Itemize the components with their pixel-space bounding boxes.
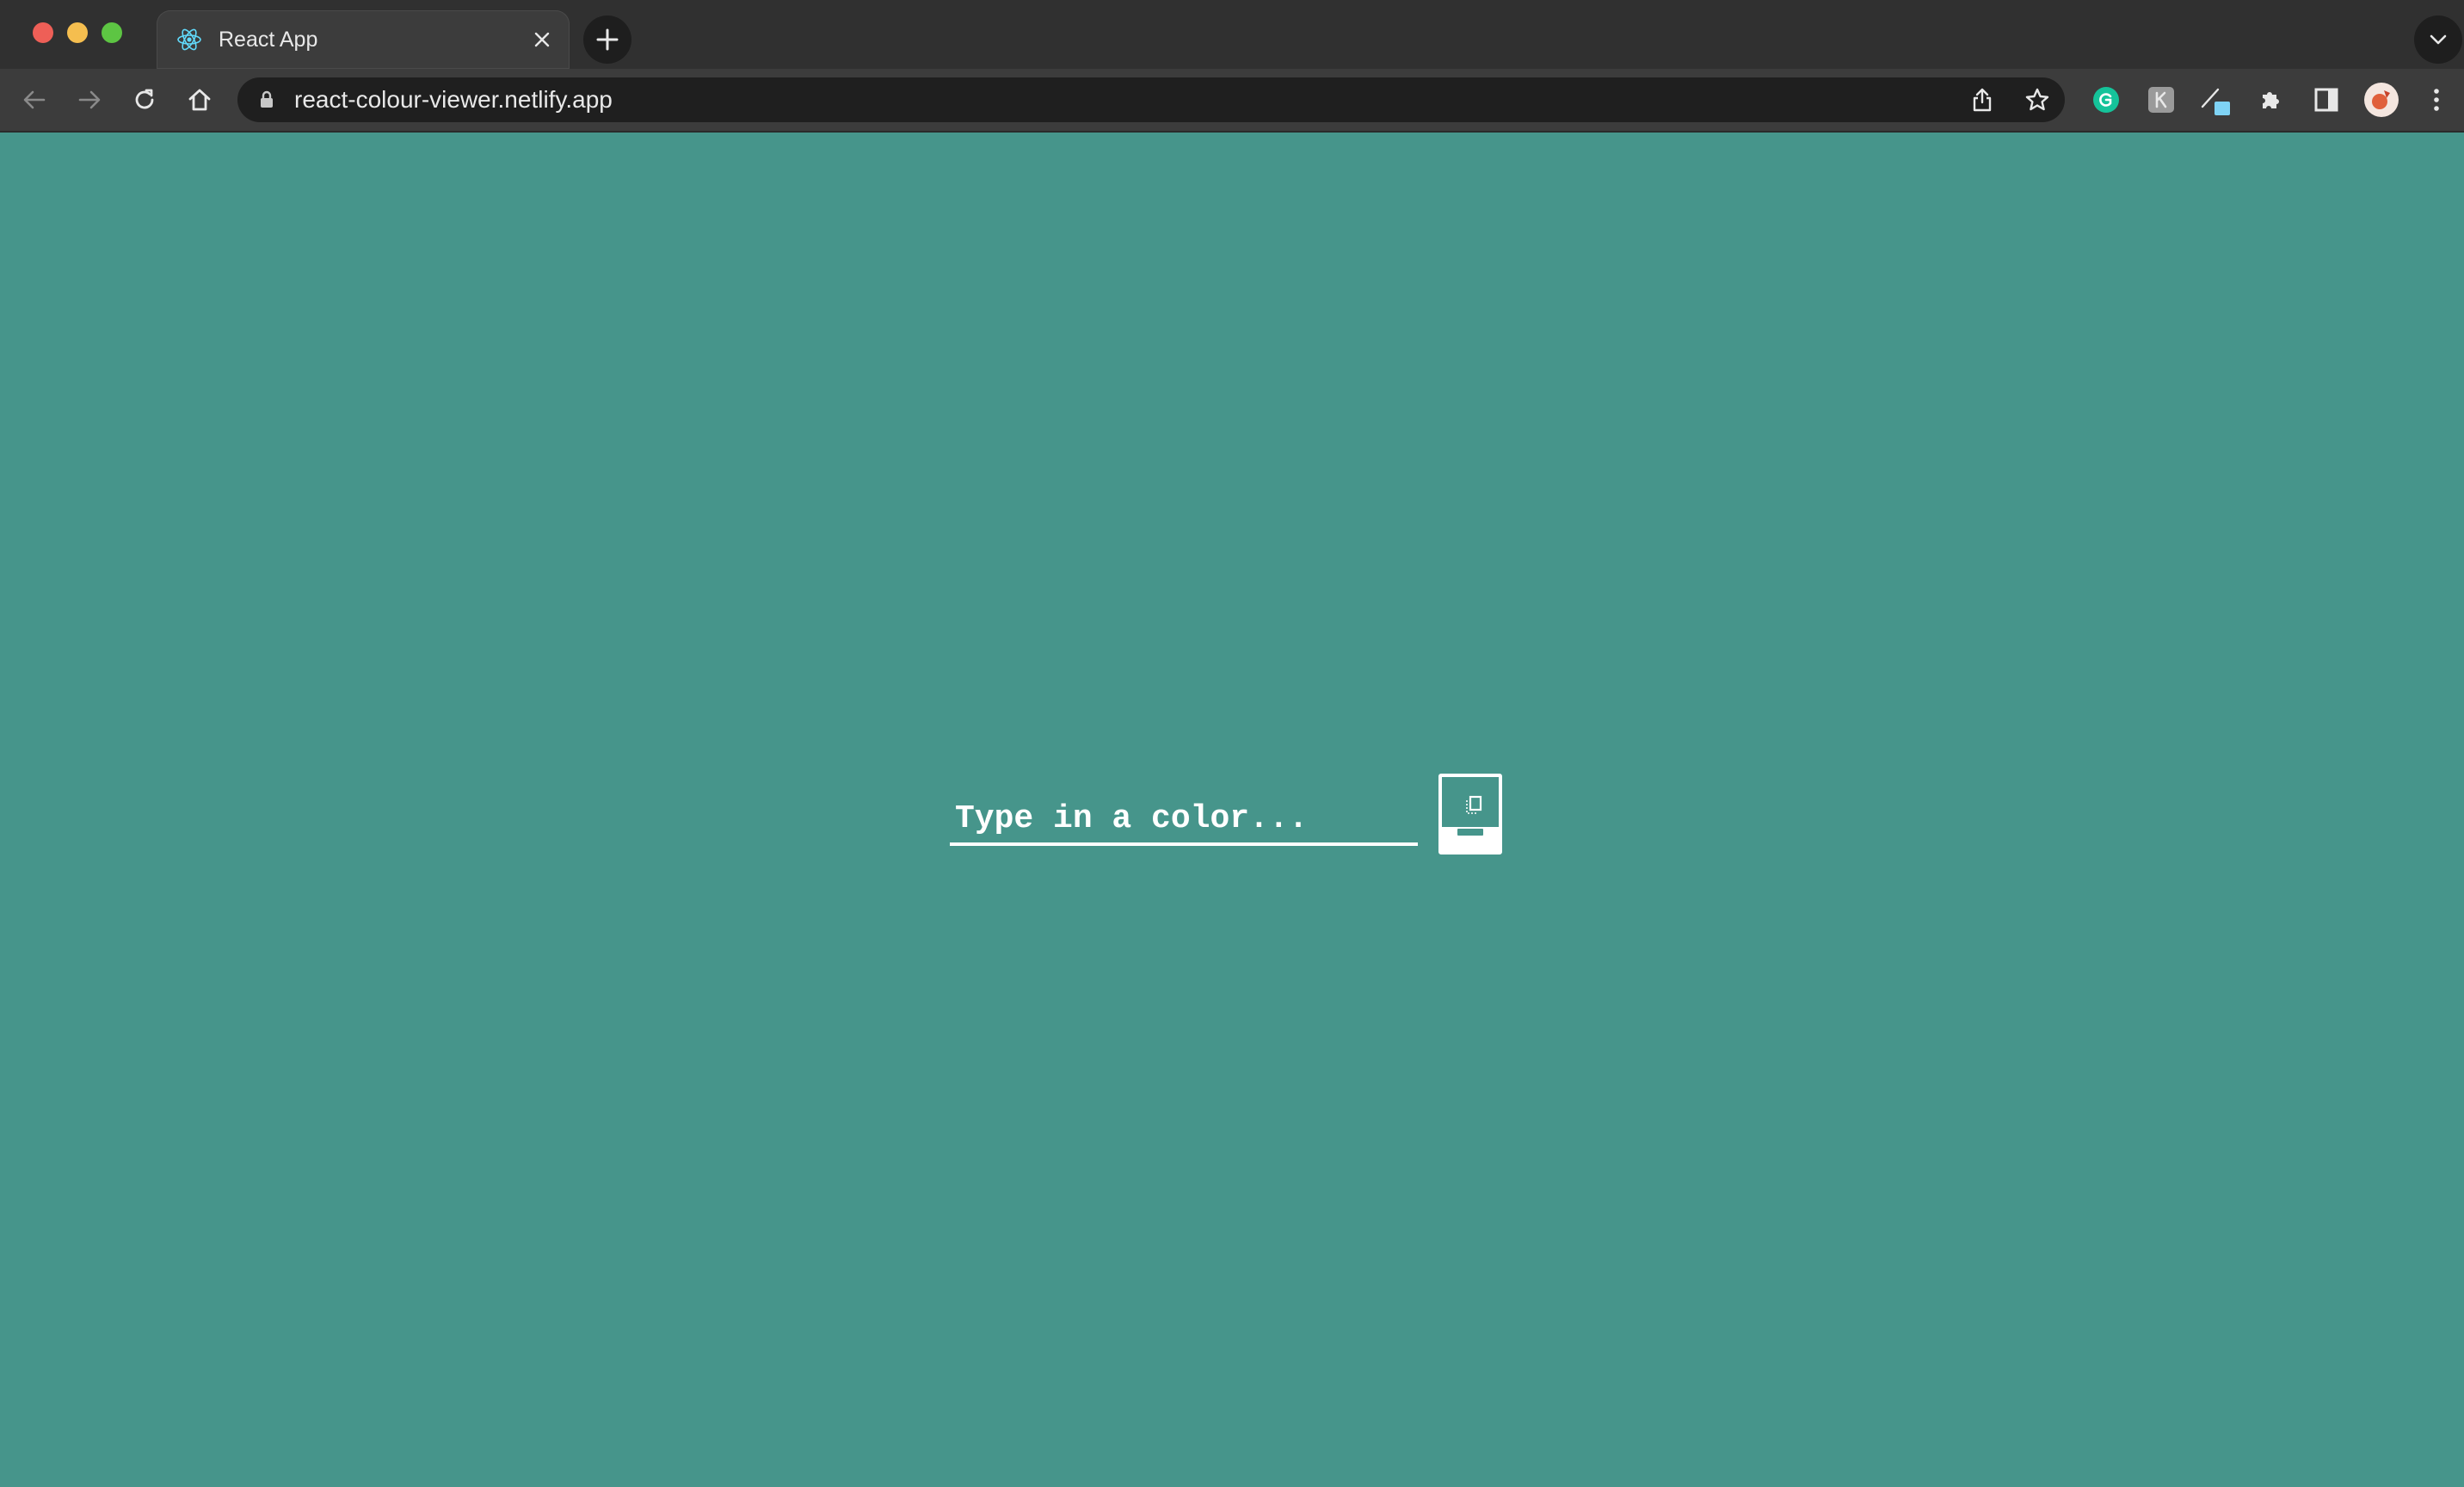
star-icon[interactable] — [2022, 84, 2053, 115]
back-button[interactable] — [14, 79, 55, 120]
color-picker-icon[interactable] — [2197, 81, 2235, 119]
browser-toolbar: react-colour-viewer.netlify.app — [0, 69, 2464, 131]
share-icon[interactable] — [1967, 84, 1998, 115]
address-bar[interactable]: react-colour-viewer.netlify.app — [237, 77, 2065, 122]
home-button[interactable] — [179, 79, 220, 120]
new-tab-button[interactable] — [583, 15, 631, 64]
maximize-window-button[interactable] — [102, 22, 122, 43]
copy-icon — [1466, 795, 1482, 814]
tab-close-icon[interactable] — [527, 24, 557, 55]
browser-tab[interactable]: React App — [157, 10, 570, 69]
side-panel-icon[interactable] — [2307, 81, 2345, 119]
back-arrow-icon — [23, 90, 46, 109]
copy-button-bar — [1457, 829, 1483, 836]
browser-tabstrip: React App — [0, 0, 2464, 69]
reload-button[interactable] — [124, 79, 165, 120]
more-vert-icon[interactable] — [2418, 81, 2455, 119]
copy-button[interactable] — [1438, 774, 1502, 855]
forward-button[interactable] — [69, 79, 110, 120]
plus-icon — [596, 28, 619, 51]
react-icon — [177, 28, 201, 51]
chevron-down-icon — [2430, 34, 2447, 45]
minimize-window-button[interactable] — [67, 22, 88, 43]
home-icon — [188, 89, 211, 111]
reload-icon — [135, 89, 154, 109]
lock-icon[interactable] — [256, 89, 277, 110]
tab-search-button[interactable] — [2414, 15, 2462, 64]
puzzle-icon[interactable] — [2252, 81, 2290, 119]
color-form — [950, 774, 1509, 861]
tab-title: React App — [219, 28, 318, 52]
url-text[interactable]: react-colour-viewer.netlify.app — [294, 87, 613, 113]
page-content — [0, 133, 2464, 1487]
extension-k-icon[interactable] — [2142, 81, 2180, 119]
color-input[interactable] — [950, 794, 1418, 846]
close-window-button[interactable] — [33, 22, 53, 43]
forward-arrow-icon — [78, 90, 101, 109]
grammarly-icon[interactable] — [2087, 81, 2125, 119]
profile-avatar[interactable] — [2362, 81, 2400, 119]
